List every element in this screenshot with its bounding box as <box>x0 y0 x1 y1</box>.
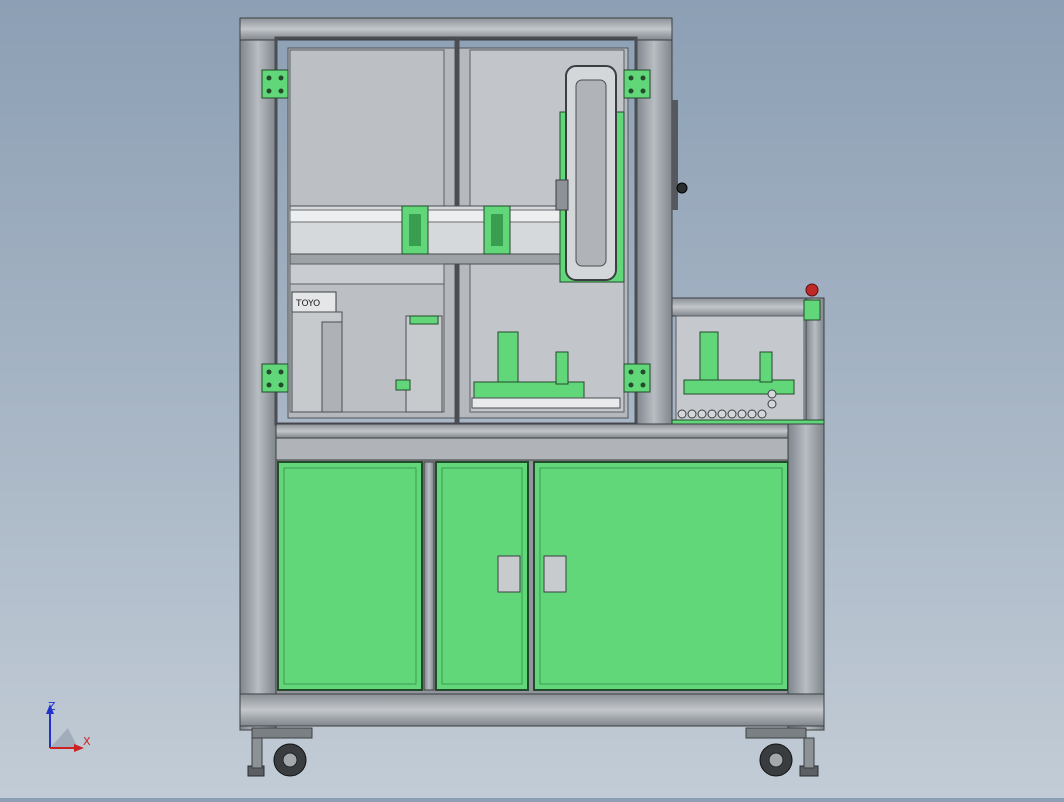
side-extension-top-beam <box>671 297 823 317</box>
door-left <box>277 461 423 691</box>
svg-text:TOYO: TOYO <box>295 299 320 309</box>
hinge-top-right <box>623 69 651 99</box>
hinge-top-left <box>261 69 289 99</box>
emergency-stop <box>805 283 819 297</box>
door-right <box>533 461 789 691</box>
x-axis-label: X <box>83 735 91 748</box>
hinge-bottom-left <box>261 363 289 393</box>
triad-plane <box>50 728 78 748</box>
mid-beam <box>275 423 791 439</box>
hinge-bottom-right <box>623 363 651 393</box>
caster-left <box>247 727 313 777</box>
axis-triad: Z X <box>40 700 100 760</box>
cad-viewport[interactable]: TOYO <box>0 0 1064 798</box>
center-fixture <box>497 331 519 385</box>
door-handle-left <box>497 555 521 593</box>
caster-right <box>745 727 819 777</box>
z-axis-label: Z <box>48 700 56 713</box>
base-beam <box>239 693 825 727</box>
machine-drawing: TOYO <box>239 17 825 777</box>
control-knob <box>676 182 688 194</box>
door-handle-right <box>543 555 567 593</box>
